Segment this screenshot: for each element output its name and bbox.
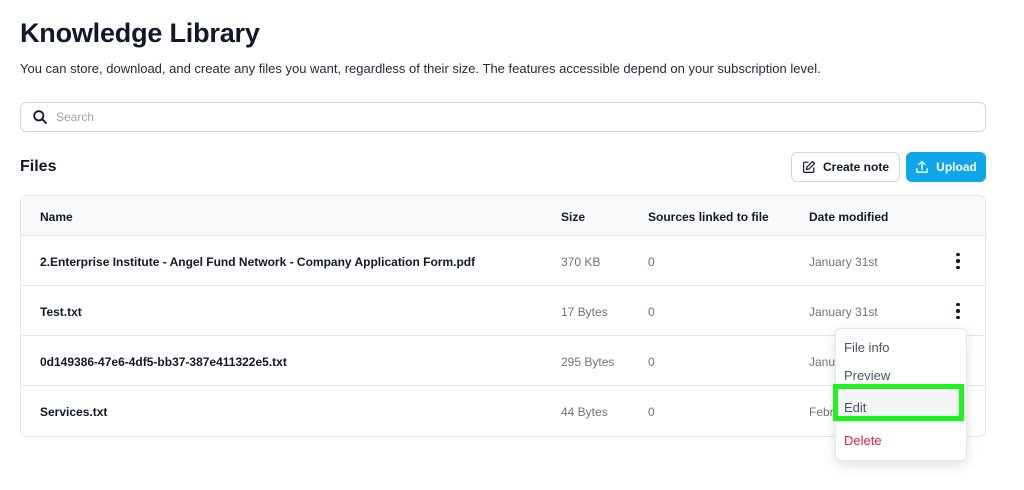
file-size: 295 Bytes — [561, 355, 615, 369]
file-size: 44 Bytes — [561, 405, 608, 419]
file-size: 370 KB — [561, 255, 601, 269]
file-date: Febr — [809, 405, 834, 419]
column-header-name[interactable]: Name — [40, 210, 73, 224]
page-subtitle: You can store, download, and create any … — [20, 61, 821, 76]
table-row[interactable]: 2.Enterprise Institute - Angel Fund Netw… — [21, 236, 985, 286]
menu-item-edit[interactable]: Edit — [836, 392, 966, 422]
column-header-sources[interactable]: Sources linked to file — [648, 210, 769, 224]
menu-item-delete[interactable]: Delete — [836, 425, 966, 455]
upload-button[interactable]: Upload — [906, 152, 986, 182]
search-icon — [33, 110, 47, 124]
file-name[interactable]: Services.txt — [40, 405, 107, 419]
row-context-menu: File info Preview Edit Delete — [835, 328, 967, 461]
more-vertical-icon[interactable] — [948, 250, 968, 272]
column-header-size[interactable]: Size — [561, 210, 585, 224]
file-date: January 31st — [809, 255, 878, 269]
create-note-label: Create note — [822, 160, 890, 174]
menu-item-file-info[interactable]: File info — [836, 333, 966, 361]
column-header-date[interactable]: Date modified — [809, 210, 888, 224]
menu-item-preview[interactable]: Preview — [836, 361, 966, 389]
file-size: 17 Bytes — [561, 305, 608, 319]
create-note-button[interactable]: Create note — [791, 152, 900, 182]
table-header: Name Size Sources linked to file Date mo… — [21, 196, 985, 236]
page-title: Knowledge Library — [20, 18, 260, 48]
file-sources-count: 0 — [648, 405, 655, 419]
edit-note-icon — [802, 160, 816, 173]
file-name[interactable]: 2.Enterprise Institute - Angel Fund Netw… — [40, 255, 475, 269]
file-date: January 31st — [809, 305, 878, 319]
upload-label: Upload — [936, 160, 977, 174]
file-name[interactable]: 0d149386-47e6-4df5-bb37-387e411322e5.txt — [40, 355, 287, 369]
upload-icon — [916, 160, 929, 173]
file-sources-count: 0 — [648, 355, 655, 369]
file-sources-count: 0 — [648, 305, 655, 319]
search-input[interactable] — [56, 110, 956, 124]
file-name[interactable]: Test.txt — [40, 305, 82, 319]
file-sources-count: 0 — [648, 255, 655, 269]
more-vertical-icon[interactable] — [948, 300, 968, 322]
files-section-title: Files — [20, 158, 57, 175]
search-bar[interactable] — [20, 102, 986, 132]
